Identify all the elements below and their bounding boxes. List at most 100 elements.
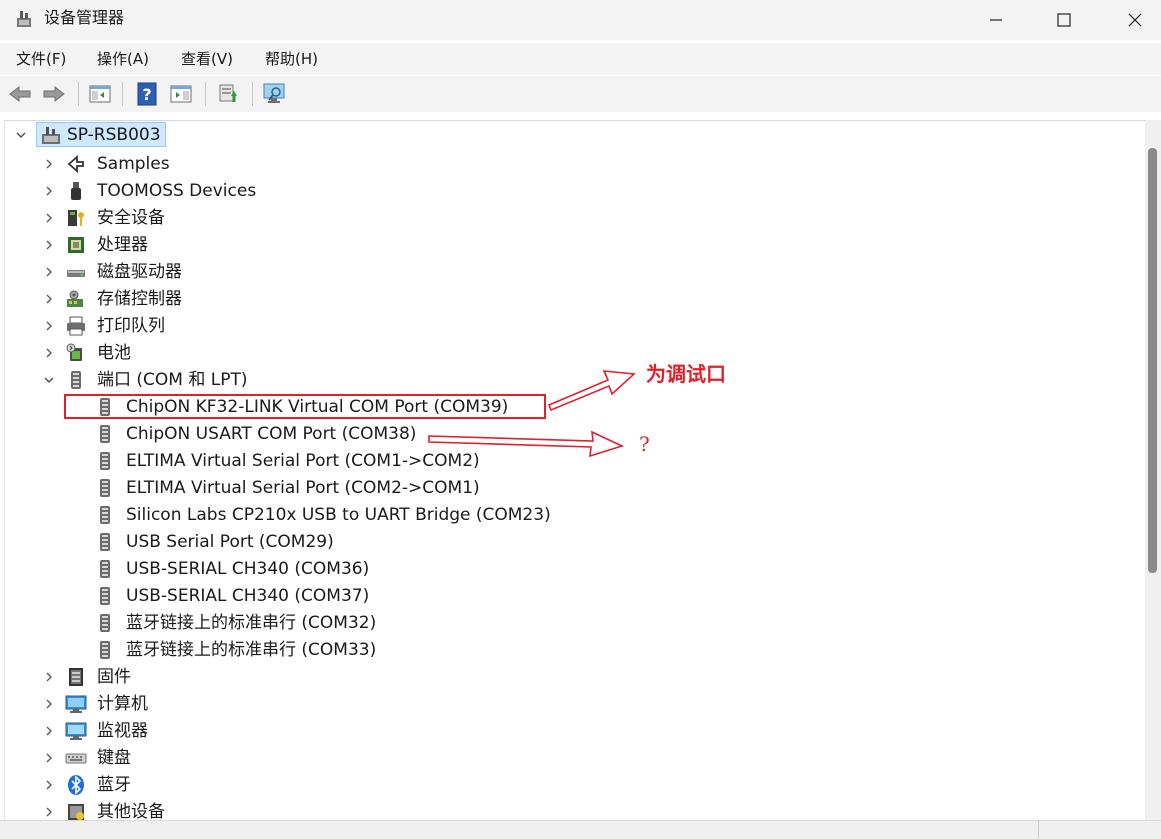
chevron-right-icon <box>46 294 52 304</box>
help-button[interactable]: ? <box>133 80 161 108</box>
tree-category-item[interactable]: 安全设备 <box>97 207 165 229</box>
computer-icon <box>65 695 87 713</box>
expand-chevron[interactable] <box>42 346 56 360</box>
question-annotation: ? <box>639 432 650 456</box>
forward-icon <box>43 85 65 103</box>
printer-icon <box>67 316 85 336</box>
scrollbar-thumb[interactable] <box>1148 148 1157 573</box>
expand-chevron[interactable] <box>42 184 56 198</box>
minimize-button[interactable] <box>972 0 1020 40</box>
port-list-item[interactable]: 蓝牙链接上的标准串行 (COM33) <box>126 639 376 661</box>
device-manager-app-icon <box>17 11 31 27</box>
tree-category-item[interactable]: 计算机 <box>97 693 148 715</box>
chevron-right-icon <box>46 240 52 250</box>
port-list-item[interactable]: Silicon Labs CP210x USB to UART Bridge (… <box>126 504 551 526</box>
port-list-item[interactable]: USB Serial Port (COM29) <box>126 531 334 553</box>
chevron-right-icon <box>46 186 52 196</box>
chevron-right-icon <box>46 726 52 736</box>
minimize-icon <box>990 19 1002 21</box>
ports-category-label[interactable]: 端口 (COM 和 LPT) <box>97 369 248 391</box>
keyboard-icon <box>65 753 87 764</box>
show-hide-tree-icon <box>89 85 111 103</box>
status-bar-divider <box>1038 820 1039 838</box>
tree-category-item[interactable]: 监视器 <box>97 720 148 742</box>
expand-chevron[interactable] <box>42 670 56 684</box>
help-icon: ? <box>137 82 157 106</box>
chevron-right-icon <box>46 321 52 331</box>
port-icon <box>100 614 110 632</box>
toolbar-separator <box>205 82 206 106</box>
back-button[interactable] <box>6 80 34 108</box>
chevron-right-icon <box>46 807 52 817</box>
forward-button[interactable] <box>40 80 68 108</box>
tree-category-item[interactable]: 存储控制器 <box>97 288 182 310</box>
toolbar-separator <box>122 82 123 106</box>
scan-hardware-button[interactable] <box>261 80 289 108</box>
port-list-item[interactable]: USB-SERIAL CH340 (COM37) <box>126 585 369 607</box>
expand-chevron[interactable] <box>42 292 56 306</box>
port-category-icon <box>71 371 81 389</box>
ports-collapse-chevron[interactable] <box>42 373 56 387</box>
port-list-item[interactable]: ELTIMA Virtual Serial Port (COM2->COM1) <box>126 477 480 499</box>
menu-help[interactable]: 帮助(H) <box>265 49 318 69</box>
update-driver-button[interactable] <box>214 80 242 108</box>
title-bar: 设备管理器 <box>0 0 1161 40</box>
close-button[interactable] <box>1111 0 1159 40</box>
menu-view[interactable]: 查看(V) <box>181 49 233 69</box>
tree-category-item[interactable]: 键盘 <box>97 747 131 769</box>
port-icon <box>100 587 110 605</box>
menu-action[interactable]: 操作(A) <box>97 49 149 69</box>
port-icon <box>100 452 110 470</box>
chevron-right-icon <box>46 699 52 709</box>
chevron-right-icon <box>46 267 52 277</box>
show-hide-tree-button[interactable] <box>86 80 114 108</box>
processor-icon <box>68 237 84 253</box>
expand-chevron[interactable] <box>42 751 56 765</box>
storage-controller-icon <box>67 290 83 307</box>
expand-chevron[interactable] <box>42 211 56 225</box>
computer-root-icon <box>42 127 60 144</box>
properties-icon <box>170 85 192 103</box>
tree-category-item[interactable]: 处理器 <box>97 234 148 256</box>
bluetooth-icon <box>68 775 84 795</box>
security-device-icon <box>68 210 84 226</box>
monitor-icon <box>65 722 87 740</box>
expand-chevron[interactable] <box>42 778 56 792</box>
tree-category-item[interactable]: 电池 <box>97 342 131 364</box>
tree-category-item[interactable]: 蓝牙 <box>97 774 131 796</box>
firmware-icon <box>69 668 83 686</box>
expand-chevron[interactable] <box>42 319 56 333</box>
port-icon <box>100 533 110 551</box>
maximize-button[interactable] <box>1040 0 1088 40</box>
port-icon <box>100 560 110 578</box>
svg-text:?: ? <box>142 85 151 104</box>
tree-category-item[interactable]: 固件 <box>97 666 131 688</box>
expand-chevron[interactable] <box>42 697 56 711</box>
expand-chevron[interactable] <box>42 238 56 252</box>
expand-chevron[interactable] <box>42 724 56 738</box>
expand-chevron[interactable] <box>42 265 56 279</box>
disk-drive-icon <box>67 270 85 277</box>
expand-chevron[interactable] <box>42 805 56 819</box>
port-list-item[interactable]: 蓝牙链接上的标准串行 (COM32) <box>126 612 376 634</box>
expand-chevron[interactable] <box>42 157 56 171</box>
menu-bar: 文件(F) 操作(A) 查看(V) 帮助(H) <box>0 43 1161 75</box>
tree-category-item[interactable]: TOOMOSS Devices <box>97 180 256 202</box>
menu-file[interactable]: 文件(F) <box>16 49 66 69</box>
port-list-item[interactable]: ChipON USART COM Port (COM38) <box>126 423 416 445</box>
toolbar: ? <box>0 76 1161 112</box>
chevron-right-icon <box>46 159 52 169</box>
port-icon <box>100 479 110 497</box>
window-title: 设备管理器 <box>44 8 125 27</box>
tree-category-item[interactable]: 打印队列 <box>97 315 165 337</box>
tree-category-item[interactable]: 磁盘驱动器 <box>97 261 182 283</box>
chevron-right-icon <box>46 213 52 223</box>
port-list-item[interactable]: ELTIMA Virtual Serial Port (COM1->COM2) <box>126 450 480 472</box>
root-collapse-chevron[interactable] <box>14 128 28 142</box>
port-list-item[interactable]: USB-SERIAL CH340 (COM36) <box>126 558 369 580</box>
port-icon <box>100 425 110 443</box>
tree-root-label[interactable]: SP-RSB003 <box>67 124 161 146</box>
update-driver-icon <box>219 84 237 102</box>
properties-button[interactable] <box>167 80 195 108</box>
tree-category-item[interactable]: Samples <box>97 153 170 175</box>
